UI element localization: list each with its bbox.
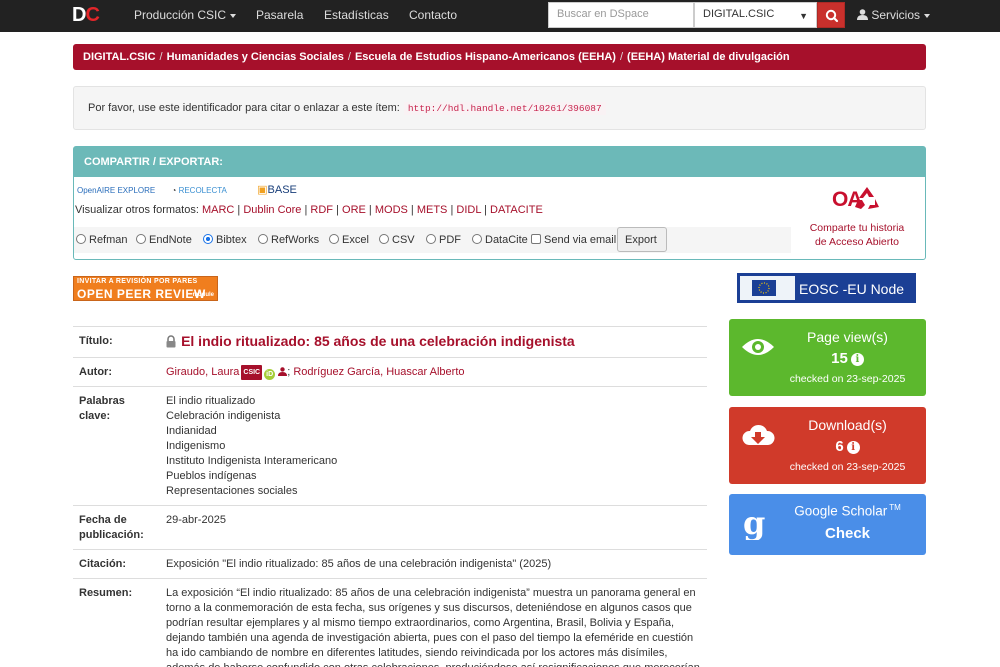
cite-text: Por favor, use este identificador para c… bbox=[88, 102, 400, 114]
keyword: Celebración indigenista bbox=[166, 410, 281, 422]
nav-pasarela[interactable]: Pasarela bbox=[256, 8, 303, 22]
nav-produccion-csic[interactable]: Producción CSIC bbox=[134, 8, 237, 22]
services-menu[interactable]: Servicios bbox=[857, 8, 931, 22]
handle-link[interactable]: http://hdl.handle.net/10261/396087 bbox=[403, 102, 606, 115]
svg-text:g: g bbox=[743, 506, 765, 540]
eu-flag-icon bbox=[740, 276, 795, 300]
user-icon[interactable] bbox=[278, 367, 288, 376]
format-link[interactable]: RDF bbox=[310, 204, 333, 216]
keyword: Pueblos indígenas bbox=[166, 470, 257, 482]
info-icon: i bbox=[850, 353, 864, 366]
breadcrumb-item[interactable]: DIGITAL.CSIC bbox=[83, 51, 156, 63]
keyword: El indio ritualizado bbox=[166, 395, 256, 407]
breadcrumb-item[interactable]: (EEHA) Material de divulgación bbox=[627, 51, 790, 63]
open-access-story-link[interactable]: OA Comparte tu historia de Acceso Abiert… bbox=[802, 185, 912, 249]
export-button[interactable]: Export bbox=[617, 227, 667, 252]
title-field: El indio ritualizado: 85 años de una cel… bbox=[160, 326, 707, 358]
author-field: Giraudo, Laura CSIC iD ; Rodríguez García,… bbox=[160, 357, 707, 387]
item-title: El indio ritualizado: 85 años de una cel… bbox=[181, 333, 575, 349]
share-logos: OpenAIRE EXPLORE ◔ RECOLECTA ▣BASE bbox=[77, 183, 325, 197]
google-scholar-panel[interactable]: g Google Scholar TM Check bbox=[729, 494, 926, 555]
page-views-panel[interactable]: Page view(s) 15 i checked on 23-sep-2025 bbox=[729, 319, 926, 396]
keyword: Instituto Indigenista Interamericano bbox=[166, 455, 338, 467]
info-icon: i bbox=[846, 441, 860, 454]
breadcrumb: DIGITAL.CSIC / Humanidades y Ciencias Soci… bbox=[73, 44, 926, 70]
table-row: Fecha de publicación: 29-abr-2025 bbox=[73, 505, 707, 550]
field-label: Palabras clave: bbox=[73, 386, 160, 506]
downloads-panel[interactable]: Download(s) 6i checked on 23-sep-2025 bbox=[729, 407, 926, 484]
breadcrumb-item[interactable]: Humanidades y Ciencias Sociales bbox=[167, 51, 344, 63]
export-radio-excel[interactable]: Excel bbox=[329, 234, 369, 246]
search-scope-select[interactable]: DIGITAL.CSIC ▼ bbox=[694, 2, 817, 28]
format-link[interactable]: MODS bbox=[375, 204, 408, 216]
format-link[interactable]: METS bbox=[417, 204, 448, 216]
recolecta-logo[interactable]: ◔ RECOLECTA bbox=[172, 186, 241, 195]
format-link[interactable]: DATACITE bbox=[490, 204, 543, 216]
date-field: 29-abr-2025 bbox=[160, 505, 707, 550]
orcid-icon[interactable]: iD bbox=[264, 369, 276, 380]
lock-icon bbox=[166, 335, 176, 348]
keyword: Indigenismo bbox=[166, 440, 226, 452]
share-header: COMPARTIR / EXPORTAR: bbox=[74, 147, 925, 177]
format-link[interactable]: Dublin Core bbox=[243, 204, 301, 216]
export-radio-csv[interactable]: CSV bbox=[379, 234, 415, 246]
user-icon bbox=[857, 9, 868, 20]
other-formats: Visualizar otros formatos: MARC | Dublin… bbox=[75, 204, 543, 216]
field-label: Fecha de publicación: bbox=[73, 505, 160, 550]
nav-estadisticas[interactable]: Estadísticas bbox=[324, 8, 389, 22]
field-label: Autor: bbox=[73, 357, 160, 387]
export-radio-bibtex[interactable]: Bibtex bbox=[203, 234, 247, 246]
digital-csic-logo[interactable]: DC bbox=[72, 4, 100, 27]
export-radio-endnote[interactable]: EndNote bbox=[136, 234, 192, 246]
open-peer-review-button[interactable]: INVITAR A REVISIÓN POR PARES OPEN PEER R… bbox=[73, 276, 218, 301]
author-link[interactable]: Giraudo, Laura bbox=[166, 366, 239, 378]
keywords-field: El indio ritualizado Celebración indigen… bbox=[160, 386, 707, 506]
google-scholar-icon: g bbox=[743, 506, 765, 540]
base-logo[interactable]: ▣BASE bbox=[257, 184, 311, 196]
search-icon bbox=[825, 9, 839, 23]
nav-contacto[interactable]: Contacto bbox=[409, 8, 457, 22]
search-input[interactable]: Buscar en DSpace bbox=[548, 2, 694, 28]
breadcrumb-item[interactable]: Escuela de Estudios Hispano-Americanos (… bbox=[355, 51, 616, 63]
export-radio-pdf[interactable]: PDF bbox=[426, 234, 461, 246]
search-button[interactable] bbox=[817, 2, 845, 28]
format-link[interactable]: DIDL bbox=[456, 204, 481, 216]
send-email-checkbox[interactable]: Send via email bbox=[531, 234, 616, 246]
openaire-logo[interactable]: OpenAIRE EXPLORE bbox=[77, 186, 155, 195]
keyword: Representaciones sociales bbox=[166, 485, 298, 497]
recycle-icon bbox=[855, 187, 879, 209]
table-row: Palabras clave: El indio ritualizado Cele… bbox=[73, 386, 707, 506]
table-row: Citación: Exposición "El indio ritualiza… bbox=[73, 549, 707, 579]
author-link[interactable]: Rodríguez García, Huascar Alberto bbox=[293, 366, 464, 378]
format-link[interactable]: MARC bbox=[202, 204, 234, 216]
field-label: Título: bbox=[73, 326, 160, 358]
chevron-down-icon bbox=[924, 13, 931, 18]
table-row: Resumen: La exposición “El indio rituali… bbox=[73, 578, 707, 667]
item-metadata-table: Título: El indio ritualizado: 85 años de… bbox=[73, 326, 707, 667]
citation-field: Exposición "El indio ritualizado: 85 año… bbox=[160, 549, 707, 579]
table-row: Autor: Giraudo, Laura CSIC iD ; Rodríguez … bbox=[73, 357, 707, 387]
top-navbar: DC Producción CSIC Pasarela Estadísticas… bbox=[0, 0, 1000, 32]
table-row: Título: El indio ritualizado: 85 años de… bbox=[73, 326, 707, 358]
chevron-down-icon: ▼ bbox=[799, 11, 808, 21]
cite-identifier-box: Por favor, use este identificador para c… bbox=[73, 86, 926, 130]
oa-logo: OA bbox=[802, 185, 912, 221]
export-radio-refman[interactable]: Refman bbox=[76, 234, 128, 246]
export-radio-datacite[interactable]: DataCite bbox=[472, 234, 528, 246]
abstract-field: La exposición “El indio ritualizado: 85 … bbox=[160, 578, 707, 667]
csic-badge[interactable]: CSIC bbox=[241, 365, 263, 380]
export-options: Refman EndNote Bibtex RefWorks Excel CSV… bbox=[74, 227, 791, 253]
keyword: Indianidad bbox=[166, 425, 217, 437]
format-link[interactable]: ORE bbox=[342, 204, 366, 216]
share-export-panel: COMPARTIR / EXPORTAR: OpenAIRE EXPLORE ◔… bbox=[73, 146, 926, 260]
field-label: Resumen: bbox=[73, 578, 160, 667]
field-label: Citación: bbox=[73, 549, 160, 579]
export-radio-refworks[interactable]: RefWorks bbox=[258, 234, 319, 246]
eosc-eu-node-banner[interactable]: EOSC -EU Node bbox=[737, 273, 916, 303]
chevron-down-icon bbox=[230, 13, 237, 18]
